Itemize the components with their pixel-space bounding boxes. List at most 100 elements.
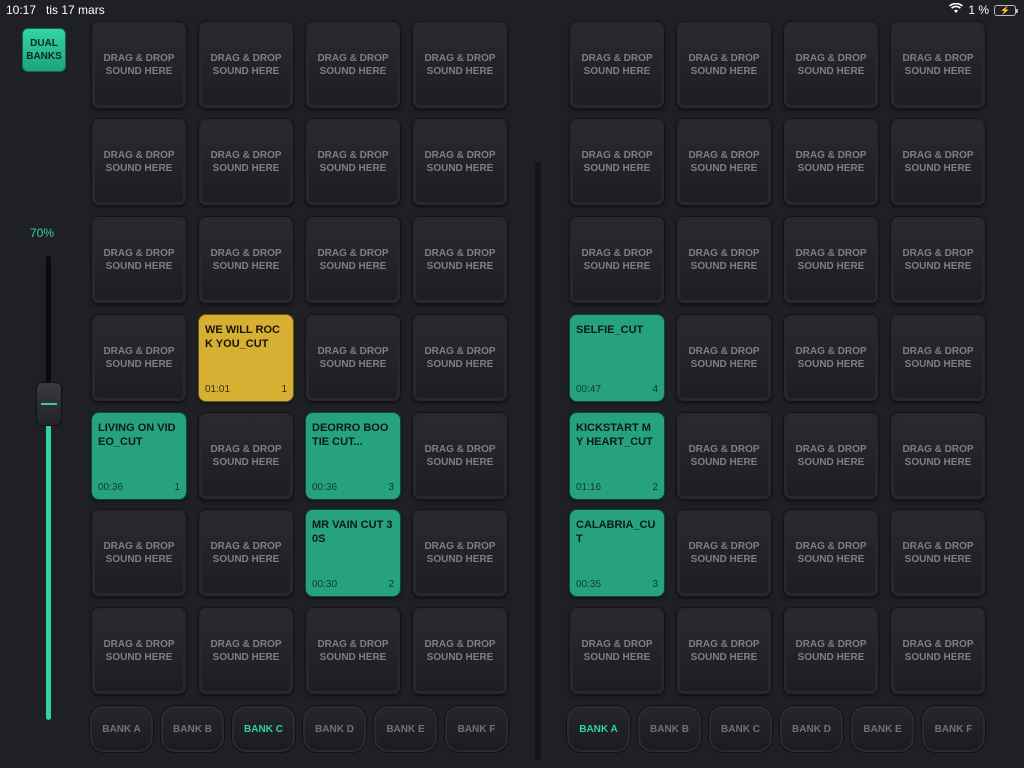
right-empty-pad[interactable]: DRAG & DROP SOUND HERE	[570, 22, 664, 108]
drag-drop-line2: SOUND HERE	[319, 261, 387, 272]
right-empty-pad[interactable]: DRAG & DROP SOUND HERE	[784, 510, 878, 596]
left-empty-pad[interactable]: DRAG & DROP SOUND HERE	[199, 510, 293, 596]
left-bank-tab-bank-c[interactable]: BANK C	[232, 706, 295, 752]
drag-drop-hint: DRAG & DROP SOUND HERE	[92, 608, 186, 694]
right-empty-pad[interactable]: DRAG & DROP SOUND HERE	[677, 22, 771, 108]
right-sound-pad[interactable]: CALABRIA_CUT 00:35 3	[570, 510, 664, 596]
right-empty-pad[interactable]: DRAG & DROP SOUND HERE	[677, 608, 771, 694]
right-empty-pad[interactable]: DRAG & DROP SOUND HERE	[677, 315, 771, 401]
left-bank-tab-bank-b[interactable]: BANK B	[161, 706, 224, 752]
left-sound-pad[interactable]: MR VAIN CUT 30S 00:30 2	[306, 510, 400, 596]
left-empty-pad[interactable]: DRAG & DROP SOUND HERE	[413, 413, 507, 499]
bank-divider-scrollbar[interactable]	[535, 162, 541, 760]
sound-play-count: 4	[652, 384, 658, 395]
wifi-icon	[949, 2, 964, 17]
right-bank-tab-bank-c[interactable]: BANK C	[709, 706, 772, 752]
volume-slider-handle[interactable]	[36, 382, 62, 426]
right-empty-pad[interactable]: DRAG & DROP SOUND HERE	[677, 217, 771, 303]
right-empty-pad[interactable]: DRAG & DROP SOUND HERE	[570, 119, 664, 205]
left-empty-pad[interactable]: DRAG & DROP SOUND HERE	[92, 217, 186, 303]
right-bank-tab-bank-e[interactable]: BANK E	[851, 706, 914, 752]
left-sound-pad[interactable]: LIVING ON VIDEO_CUT 00:36 1	[92, 413, 186, 499]
left-empty-pad[interactable]: DRAG & DROP SOUND HERE	[306, 217, 400, 303]
left-empty-pad[interactable]: DRAG & DROP SOUND HERE	[199, 217, 293, 303]
left-empty-pad[interactable]: DRAG & DROP SOUND HERE	[306, 315, 400, 401]
drag-drop-line1: DRAG & DROP	[424, 53, 496, 64]
right-empty-pad[interactable]: DRAG & DROP SOUND HERE	[677, 510, 771, 596]
left-bank-tab-bank-e[interactable]: BANK E	[374, 706, 437, 752]
left-bank-tab-bank-d[interactable]: BANK D	[303, 706, 366, 752]
drag-drop-hint: DRAG & DROP SOUND HERE	[891, 22, 985, 108]
right-empty-pad[interactable]: DRAG & DROP SOUND HERE	[784, 315, 878, 401]
drag-drop-line2: SOUND HERE	[583, 652, 651, 663]
left-empty-pad[interactable]: DRAG & DROP SOUND HERE	[413, 315, 507, 401]
right-empty-pad[interactable]: DRAG & DROP SOUND HERE	[891, 315, 985, 401]
left-empty-pad[interactable]: DRAG & DROP SOUND HERE	[92, 608, 186, 694]
dual-banks-button[interactable]: DUAL BANKS	[22, 28, 66, 72]
left-empty-pad[interactable]: DRAG & DROP SOUND HERE	[306, 22, 400, 108]
left-empty-pad[interactable]: DRAG & DROP SOUND HERE	[92, 119, 186, 205]
right-empty-pad[interactable]: DRAG & DROP SOUND HERE	[677, 413, 771, 499]
left-bank-tab-bank-a[interactable]: BANK A	[90, 706, 153, 752]
left-empty-pad[interactable]: DRAG & DROP SOUND HERE	[199, 413, 293, 499]
right-bank-tab-bank-b[interactable]: BANK B	[638, 706, 701, 752]
right-empty-pad[interactable]: DRAG & DROP SOUND HERE	[784, 119, 878, 205]
left-empty-pad[interactable]: DRAG & DROP SOUND HERE	[92, 510, 186, 596]
right-empty-pad[interactable]: DRAG & DROP SOUND HERE	[677, 119, 771, 205]
drag-drop-line1: DRAG & DROP	[795, 444, 867, 455]
left-empty-pad[interactable]: DRAG & DROP SOUND HERE	[199, 119, 293, 205]
left-empty-pad[interactable]: DRAG & DROP SOUND HERE	[199, 608, 293, 694]
left-empty-pad[interactable]: DRAG & DROP SOUND HERE	[306, 608, 400, 694]
drag-drop-line2: SOUND HERE	[690, 261, 758, 272]
sound-duration: 01:16	[576, 482, 602, 493]
drag-drop-line2: SOUND HERE	[426, 457, 494, 468]
right-empty-pad[interactable]: DRAG & DROP SOUND HERE	[891, 510, 985, 596]
drag-drop-line1: DRAG & DROP	[581, 248, 653, 259]
drag-drop-line2: SOUND HERE	[212, 163, 280, 174]
left-pad-grid: DRAG & DROP SOUND HERE DRAG & DROP SOUND HE…	[88, 18, 518, 708]
left-empty-pad[interactable]: DRAG & DROP SOUND HERE	[413, 22, 507, 108]
right-empty-pad[interactable]: DRAG & DROP SOUND HERE	[784, 22, 878, 108]
right-empty-pad[interactable]: DRAG & DROP SOUND HERE	[891, 119, 985, 205]
right-bank-tabs: BANK A BANK B BANK C BANK D BANK E BANK F	[567, 706, 993, 754]
volume-slider-track[interactable]	[46, 256, 51, 720]
drag-drop-hint: DRAG & DROP SOUND HERE	[92, 119, 186, 205]
right-empty-pad[interactable]: DRAG & DROP SOUND HERE	[784, 608, 878, 694]
right-bank-tab-bank-d[interactable]: BANK D	[780, 706, 843, 752]
drag-drop-line2: SOUND HERE	[319, 163, 387, 174]
drag-drop-hint: DRAG & DROP SOUND HERE	[677, 413, 771, 499]
drag-drop-line2: SOUND HERE	[583, 66, 651, 77]
left-empty-pad[interactable]: DRAG & DROP SOUND HERE	[413, 217, 507, 303]
drag-drop-line2: SOUND HERE	[105, 652, 173, 663]
left-sound-pad[interactable]: WE WILL ROCK YOU_CUT 01:01 1	[199, 315, 293, 401]
left-empty-pad[interactable]: DRAG & DROP SOUND HERE	[413, 608, 507, 694]
right-sound-pad[interactable]: KICKSTART MY HEART_CUT 01:16 2	[570, 413, 664, 499]
status-date: tis 17 mars	[46, 3, 105, 17]
drag-drop-line1: DRAG & DROP	[103, 541, 175, 552]
left-bank-tab-bank-f[interactable]: BANK F	[445, 706, 508, 752]
drag-drop-line2: SOUND HERE	[797, 457, 865, 468]
right-empty-pad[interactable]: DRAG & DROP SOUND HERE	[891, 608, 985, 694]
right-empty-pad[interactable]: DRAG & DROP SOUND HERE	[891, 413, 985, 499]
right-empty-pad[interactable]: DRAG & DROP SOUND HERE	[784, 217, 878, 303]
right-bank-tab-bank-a[interactable]: BANK A	[567, 706, 630, 752]
drag-drop-hint: DRAG & DROP SOUND HERE	[891, 119, 985, 205]
left-empty-pad[interactable]: DRAG & DROP SOUND HERE	[306, 119, 400, 205]
right-empty-pad[interactable]: DRAG & DROP SOUND HERE	[891, 217, 985, 303]
left-empty-pad[interactable]: DRAG & DROP SOUND HERE	[413, 119, 507, 205]
left-sound-pad[interactable]: DEORRO BOOTIE CUT... 00:36 3	[306, 413, 400, 499]
left-empty-pad[interactable]: DRAG & DROP SOUND HERE	[413, 510, 507, 596]
left-empty-pad[interactable]: DRAG & DROP SOUND HERE	[92, 22, 186, 108]
left-empty-pad[interactable]: DRAG & DROP SOUND HERE	[199, 22, 293, 108]
sound-name: WE WILL ROCK YOU_CUT	[205, 324, 280, 350]
left-empty-pad[interactable]: DRAG & DROP SOUND HERE	[92, 315, 186, 401]
right-empty-pad[interactable]: DRAG & DROP SOUND HERE	[570, 608, 664, 694]
right-bank-tab-bank-f[interactable]: BANK F	[922, 706, 985, 752]
right-sound-pad[interactable]: SELFIE_CUT 00:47 4	[570, 315, 664, 401]
right-empty-pad[interactable]: DRAG & DROP SOUND HERE	[570, 217, 664, 303]
drag-drop-hint: DRAG & DROP SOUND HERE	[784, 22, 878, 108]
sound-duration: 00:30	[312, 579, 338, 590]
right-empty-pad[interactable]: DRAG & DROP SOUND HERE	[891, 22, 985, 108]
drag-drop-line2: SOUND HERE	[212, 554, 280, 565]
right-empty-pad[interactable]: DRAG & DROP SOUND HERE	[784, 413, 878, 499]
